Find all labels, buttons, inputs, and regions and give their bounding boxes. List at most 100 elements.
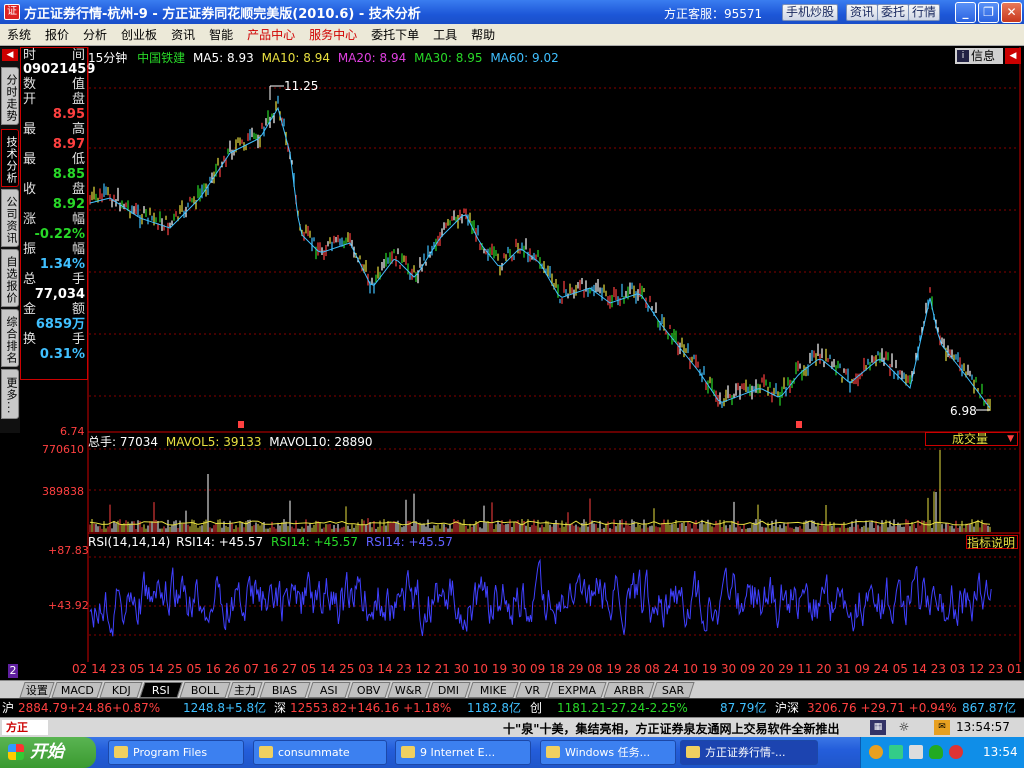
hs-amount: 867.87亿 (962, 701, 1016, 715)
indicator-tab-kdj[interactable]: KDJ (99, 682, 143, 698)
mavol-line (89, 520, 991, 526)
taskbar-clock: 13:54 (983, 745, 1018, 759)
indicator-tab-mike[interactable]: MIKE (467, 682, 519, 698)
indicator-tab-label: ASI (319, 684, 338, 697)
rsi-axis-top: +87.83 (48, 544, 89, 557)
sz-label: 深 (274, 701, 287, 715)
indicator-tab-expma[interactable]: EXPMA (547, 682, 607, 698)
sz-index-value[interactable]: 12553.82+146.16 +1.18% (290, 699, 451, 718)
cy-amount: 87.79亿 (720, 701, 767, 715)
indicator-tab-dmi[interactable]: DMI (427, 682, 471, 698)
indicator-tab-macd[interactable]: MACD (51, 682, 103, 698)
folder-icon (546, 746, 560, 758)
network-icon[interactable] (889, 745, 903, 759)
status-clock: 13:54:57 (956, 720, 1010, 734)
indicator-select[interactable]: 成交量 ▼ (925, 432, 1018, 446)
indicator-tab-设置[interactable]: 设置 (19, 682, 55, 698)
grid-icon[interactable]: ▦ (870, 720, 886, 735)
indicator-tab-主力[interactable]: 主力 (227, 682, 263, 698)
index-ticker-bar: 沪 2884.79+24.86+0.87% 1248.8+5.8亿 深 1255… (0, 698, 1024, 717)
tray-app-icon[interactable] (869, 745, 883, 759)
ma60-label: MA60: 9.02 (490, 51, 559, 65)
start-label: 开始 (30, 742, 64, 762)
gap-marker (238, 421, 244, 428)
price-low-label: 6.98 (950, 404, 977, 418)
sz-amount: 1182.8亿 (467, 701, 521, 715)
message-icon[interactable]: ✉ (934, 720, 950, 735)
cy-index-value[interactable]: 1181.21-27.24-2.25% (557, 699, 688, 718)
taskbar-item-1[interactable]: consummate (253, 740, 387, 765)
folder-icon (401, 746, 415, 758)
taskbar-item-2[interactable]: 9 Internet E... (395, 740, 531, 765)
indicator-tab-label: 设置 (25, 684, 48, 697)
news-marquee[interactable]: 十"泉"十美，集结亮相，方正证券泉友通网上交易软件全新推出 (503, 720, 865, 737)
volume-icon[interactable] (909, 745, 923, 759)
folder-icon (259, 746, 273, 758)
indicator-tab-label: RSI (151, 684, 170, 697)
taskbar-item-0[interactable]: Program Files (108, 740, 244, 765)
rsi-params: RSI(14,14,14) (88, 535, 171, 549)
sh-label: 沪 (2, 701, 15, 715)
indicator-tab-label: BIAS (272, 684, 298, 697)
taskbar-item-3[interactable]: Windows 任务... (540, 740, 676, 765)
ma10-label: MA10: 8.94 (261, 51, 330, 65)
taskbar-item-label: Program Files (133, 746, 208, 759)
windows-logo-icon (8, 744, 24, 760)
indicator-tab-label: MACD (60, 684, 94, 697)
date-marker: 2 (8, 664, 18, 678)
info-button[interactable]: i 信息 (955, 48, 1003, 64)
volume-total: 总手: 77034 (88, 435, 159, 449)
shield-icon[interactable] (929, 745, 943, 759)
indicator-tab-label: VR (525, 684, 541, 697)
folder-icon (686, 746, 700, 758)
indicator-select-value: 成交量 (952, 432, 989, 446)
indicator-tab-label: OBV (357, 684, 381, 697)
indicator-tab-label: 主力 (233, 684, 256, 697)
ma30-label: MA30: 8.95 (414, 51, 483, 65)
indicator-tab-arbr[interactable]: ARBR (603, 682, 655, 698)
indicator-help-button[interactable]: 指标说明 (966, 535, 1018, 550)
volume-header: 总手: 77034 MAVOL5: 39133 MAVOL10: 28890 (88, 433, 373, 450)
indicator-tab-sar[interactable]: SAR (651, 682, 695, 698)
panel-toggle-icon[interactable]: ◀ (1005, 48, 1021, 64)
indicator-tab-label: SAR (661, 684, 685, 697)
indicator-tab-rsi[interactable]: RSI (139, 682, 183, 698)
indicator-tab-asi[interactable]: ASI (307, 682, 351, 698)
volume-axis-top: 770610 (42, 443, 84, 456)
indicator-tab-bar: 设置 MACD KDJ RSI BOLL 主力 BIAS ASI OBV W&R DMI MIKE VR… (0, 680, 1024, 698)
indicator-tab-w-r[interactable]: W&R (387, 682, 431, 698)
rsi-header: RSI(14,14,14) RSI14: +45.57 RSI14: +45.5… (88, 535, 453, 549)
indicator-tab-bias[interactable]: BIAS (259, 682, 311, 698)
cy-label: 创 (530, 701, 543, 715)
indicator-tab-boll[interactable]: BOLL (179, 682, 231, 698)
rsi14-value-1: RSI14: +45.57 (176, 535, 264, 549)
indicator-tab-label: DMI (438, 684, 460, 697)
indicator-tab-label: W&R (395, 684, 423, 697)
rsi14-value-3: RSI14: +45.57 (365, 535, 453, 549)
rsi-axis-mid: +43.92 (48, 599, 89, 612)
stock-name: 中国铁建 (137, 51, 186, 65)
brand-logo: 方正 (2, 720, 48, 735)
ma5-label: MA5: 8.93 (192, 51, 254, 65)
date-axis: 02 14 23 05 14 25 05 16 26 07 16 27 05 1… (72, 662, 1022, 676)
antivirus-icon[interactable] (949, 745, 963, 759)
chart-header: 15分钟 中国铁建 MA5: 8.93 MA10: 8.94 MA20: 8.9… (88, 49, 559, 65)
period-label[interactable]: 15分钟 (88, 51, 127, 65)
rsi14-value-2: RSI14: +45.57 (270, 535, 359, 549)
taskbar-item-4[interactable]: 方正证券行情-... (680, 740, 818, 765)
start-button[interactable]: 开始 (0, 737, 96, 768)
indicator-tab-vr[interactable]: VR (515, 682, 551, 698)
ma20-label: MA20: 8.94 (337, 51, 407, 65)
hs-index-value[interactable]: 3206.76 +29.71 +0.94% (807, 699, 957, 718)
indicator-tab-obv[interactable]: OBV (347, 682, 391, 698)
rsi-line (89, 558, 992, 637)
taskbar-item-label: consummate (278, 746, 350, 759)
mavol10-label: MAVOL10: 28890 (269, 435, 373, 449)
folder-icon (114, 746, 128, 758)
sun-icon[interactable]: ☼ (896, 720, 912, 735)
taskbar-item-label: 9 Internet E... (420, 746, 496, 759)
gap-marker (796, 421, 802, 428)
hs-label: 沪深 (775, 701, 800, 715)
chart-canvas[interactable] (0, 0, 1024, 680)
sh-index-value[interactable]: 2884.79+24.86+0.87% (18, 699, 160, 718)
